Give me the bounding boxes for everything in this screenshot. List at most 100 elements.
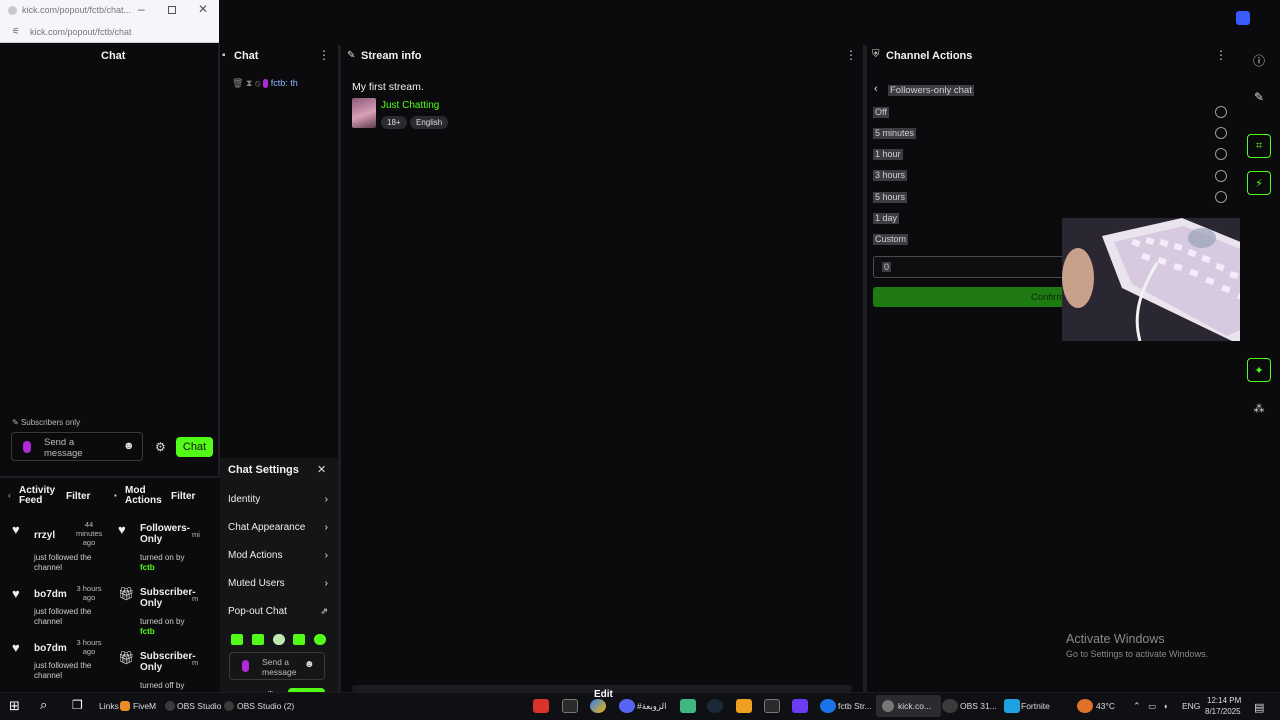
tag-pill: English bbox=[410, 116, 449, 129]
activity-feed-label: Activity Feed bbox=[19, 485, 56, 506]
custom-duration-input[interactable]: 0 bbox=[873, 256, 1065, 278]
start-icon[interactable]: ⊞ bbox=[9, 698, 20, 714]
right-divider bbox=[863, 45, 867, 693]
clip-icon[interactable]: ⌗ bbox=[1247, 134, 1271, 158]
fortnite-icon[interactable] bbox=[1004, 699, 1020, 713]
mod-filter-button[interactable]: Filter bbox=[171, 491, 195, 502]
left-chat-send-button[interactable]: Chat bbox=[176, 437, 213, 457]
option-5-hours[interactable]: 5 hours bbox=[873, 192, 908, 203]
obs-icon[interactable] bbox=[165, 701, 175, 711]
menu-identity[interactable]: Identity › bbox=[228, 494, 328, 505]
discord-icon[interactable] bbox=[619, 699, 635, 713]
edit-icon[interactable]: ✎ bbox=[1247, 85, 1271, 109]
app-dark2-icon[interactable] bbox=[764, 699, 780, 713]
menu-mod-actions[interactable]: Mod Actions › bbox=[228, 550, 328, 561]
category-thumbnail[interactable] bbox=[352, 98, 376, 128]
taskbar-fortnite[interactable]: Fortnite bbox=[1021, 701, 1050, 711]
app-orange-icon[interactable] bbox=[736, 699, 752, 713]
minimize-icon[interactable]: – bbox=[138, 2, 145, 16]
taskbar-links[interactable]: Links bbox=[99, 701, 119, 711]
search-icon[interactable]: ⌕ bbox=[40, 697, 47, 713]
mid-chat-menu-icon[interactable]: ⋮ bbox=[318, 48, 330, 62]
taskbar-obs-studio-2[interactable]: OBS Studio (2) bbox=[237, 701, 294, 711]
app-dark-icon[interactable] bbox=[562, 699, 578, 713]
taskbar-fivem[interactable]: FiveM bbox=[133, 701, 156, 711]
option-custom[interactable]: Custom bbox=[873, 234, 909, 245]
left-chat-input[interactable]: Send a message ☻ bbox=[11, 432, 143, 461]
volume-icon[interactable]: ◖ bbox=[1163, 701, 1168, 711]
radio-1-hour[interactable] bbox=[1215, 148, 1227, 160]
menu-muted-users[interactable]: Muted Users › bbox=[228, 578, 328, 589]
taskbar-fctb-str[interactable]: fctb Str... bbox=[838, 701, 872, 711]
taskbar-date[interactable]: 8/17/2025 bbox=[1205, 707, 1241, 716]
stream-category[interactable]: Just Chatting bbox=[381, 100, 439, 111]
emote-icon[interactable] bbox=[231, 634, 243, 645]
notifications-icon[interactable]: ▤ bbox=[1254, 701, 1264, 714]
menu-chat-appearance[interactable]: Chat Appearance › bbox=[228, 522, 328, 533]
confirm-button[interactable]: Confirm bbox=[873, 287, 1065, 307]
bolt-icon[interactable]: ⚡ bbox=[1247, 171, 1271, 195]
wrench-icon[interactable]: ✦ bbox=[1247, 358, 1271, 382]
taskbar-lang[interactable]: ENG bbox=[1182, 701, 1200, 711]
close-icon[interactable]: ✕ bbox=[198, 2, 208, 16]
activity-feed-tab[interactable]: ‹ Activity Feed Filter bbox=[8, 486, 104, 506]
mic-icon[interactable] bbox=[242, 660, 249, 672]
settings-chat-input[interactable]: Send a message ☻ bbox=[229, 652, 325, 680]
emote-icon[interactable] bbox=[314, 634, 326, 645]
app-purple-icon[interactable] bbox=[792, 699, 808, 713]
steam-icon[interactable] bbox=[707, 699, 723, 713]
option-1-hour[interactable]: 1 hour bbox=[873, 149, 903, 160]
obs-icon[interactable] bbox=[942, 699, 958, 713]
mod-action-by[interactable]: fctb bbox=[140, 563, 155, 572]
emoji-icon[interactable]: ☻ bbox=[304, 659, 315, 670]
channel-actions-menu-icon[interactable]: ⋮ bbox=[1215, 48, 1227, 62]
app-green-icon[interactable] bbox=[680, 699, 696, 713]
trash-icon[interactable]: 🗑 bbox=[232, 78, 243, 88]
info-icon[interactable]: ⓘ bbox=[1247, 48, 1271, 72]
timeout-icon[interactable]: ⧗ bbox=[246, 78, 252, 88]
option-3-hours[interactable]: 3 hours bbox=[873, 170, 908, 181]
radio-off[interactable] bbox=[1215, 106, 1227, 118]
ban-icon[interactable]: ⦸ bbox=[255, 78, 261, 88]
menu-pop-out-chat[interactable]: Pop-out Chat ⇗ bbox=[228, 606, 328, 617]
chrome-icon[interactable] bbox=[820, 699, 836, 713]
taskbar-time[interactable]: 12:14 PM bbox=[1207, 696, 1241, 705]
mod-action-by[interactable]: fctb bbox=[140, 627, 155, 636]
maximize-icon[interactable] bbox=[168, 6, 176, 14]
mod-actions-tab[interactable]: ▪ Mod Actions Filter bbox=[114, 486, 214, 506]
taskbar-arabic-app[interactable]: #الزوبعة bbox=[637, 701, 667, 712]
taskbar-obs31[interactable]: OBS 31... bbox=[960, 701, 997, 711]
chat-settings-close-icon[interactable]: ✕ bbox=[317, 463, 326, 476]
radio-5-hours[interactable] bbox=[1215, 191, 1227, 203]
activate-windows-subtitle: Go to Settings to activate Windows. bbox=[1066, 649, 1209, 659]
task-view-icon[interactable]: ❐ bbox=[72, 698, 83, 712]
back-chevron-icon[interactable]: ‹ bbox=[874, 83, 878, 95]
option-5-minutes[interactable]: 5 minutes bbox=[873, 128, 917, 139]
emote-icon[interactable] bbox=[251, 634, 264, 645]
kick-icon[interactable] bbox=[882, 700, 894, 712]
app-red-icon[interactable] bbox=[533, 699, 549, 713]
nodes-icon[interactable]: ⁂ bbox=[1247, 396, 1271, 420]
option-1-day[interactable]: 1 day bbox=[873, 213, 900, 224]
network-icon[interactable]: ▭ bbox=[1148, 701, 1156, 712]
stream-info-menu-icon[interactable]: ⋮ bbox=[845, 48, 857, 62]
radio-3-hours[interactable] bbox=[1215, 170, 1227, 182]
taskbar-obs-studio[interactable]: OBS Studio bbox=[177, 701, 221, 711]
app-multicolor-icon[interactable] bbox=[590, 699, 606, 713]
site-settings-icon[interactable]: ⚟ bbox=[12, 26, 20, 37]
taskbar-kick[interactable]: kick.co... bbox=[898, 701, 931, 711]
chat-settings-gear-icon[interactable]: ⚙ bbox=[155, 440, 166, 454]
mic-icon[interactable] bbox=[23, 441, 31, 453]
tray-chevron-icon[interactable]: ⌃ bbox=[1133, 701, 1141, 712]
fivem-icon[interactable] bbox=[120, 701, 130, 711]
option-off[interactable]: Off bbox=[873, 107, 889, 118]
radio-5-minutes[interactable] bbox=[1215, 127, 1227, 139]
mod-action-text: turned on by bbox=[140, 617, 185, 626]
extension-icon[interactable] bbox=[1236, 11, 1250, 25]
emoji-icon[interactable]: ☻ bbox=[123, 440, 135, 452]
activity-filter-button[interactable]: Filter bbox=[66, 491, 90, 502]
popup-url: kick.com/popout/fctb/chat bbox=[30, 27, 132, 37]
obs-icon[interactable] bbox=[224, 701, 234, 711]
emote-icon[interactable] bbox=[272, 634, 285, 645]
emote-icon[interactable] bbox=[293, 634, 306, 645]
